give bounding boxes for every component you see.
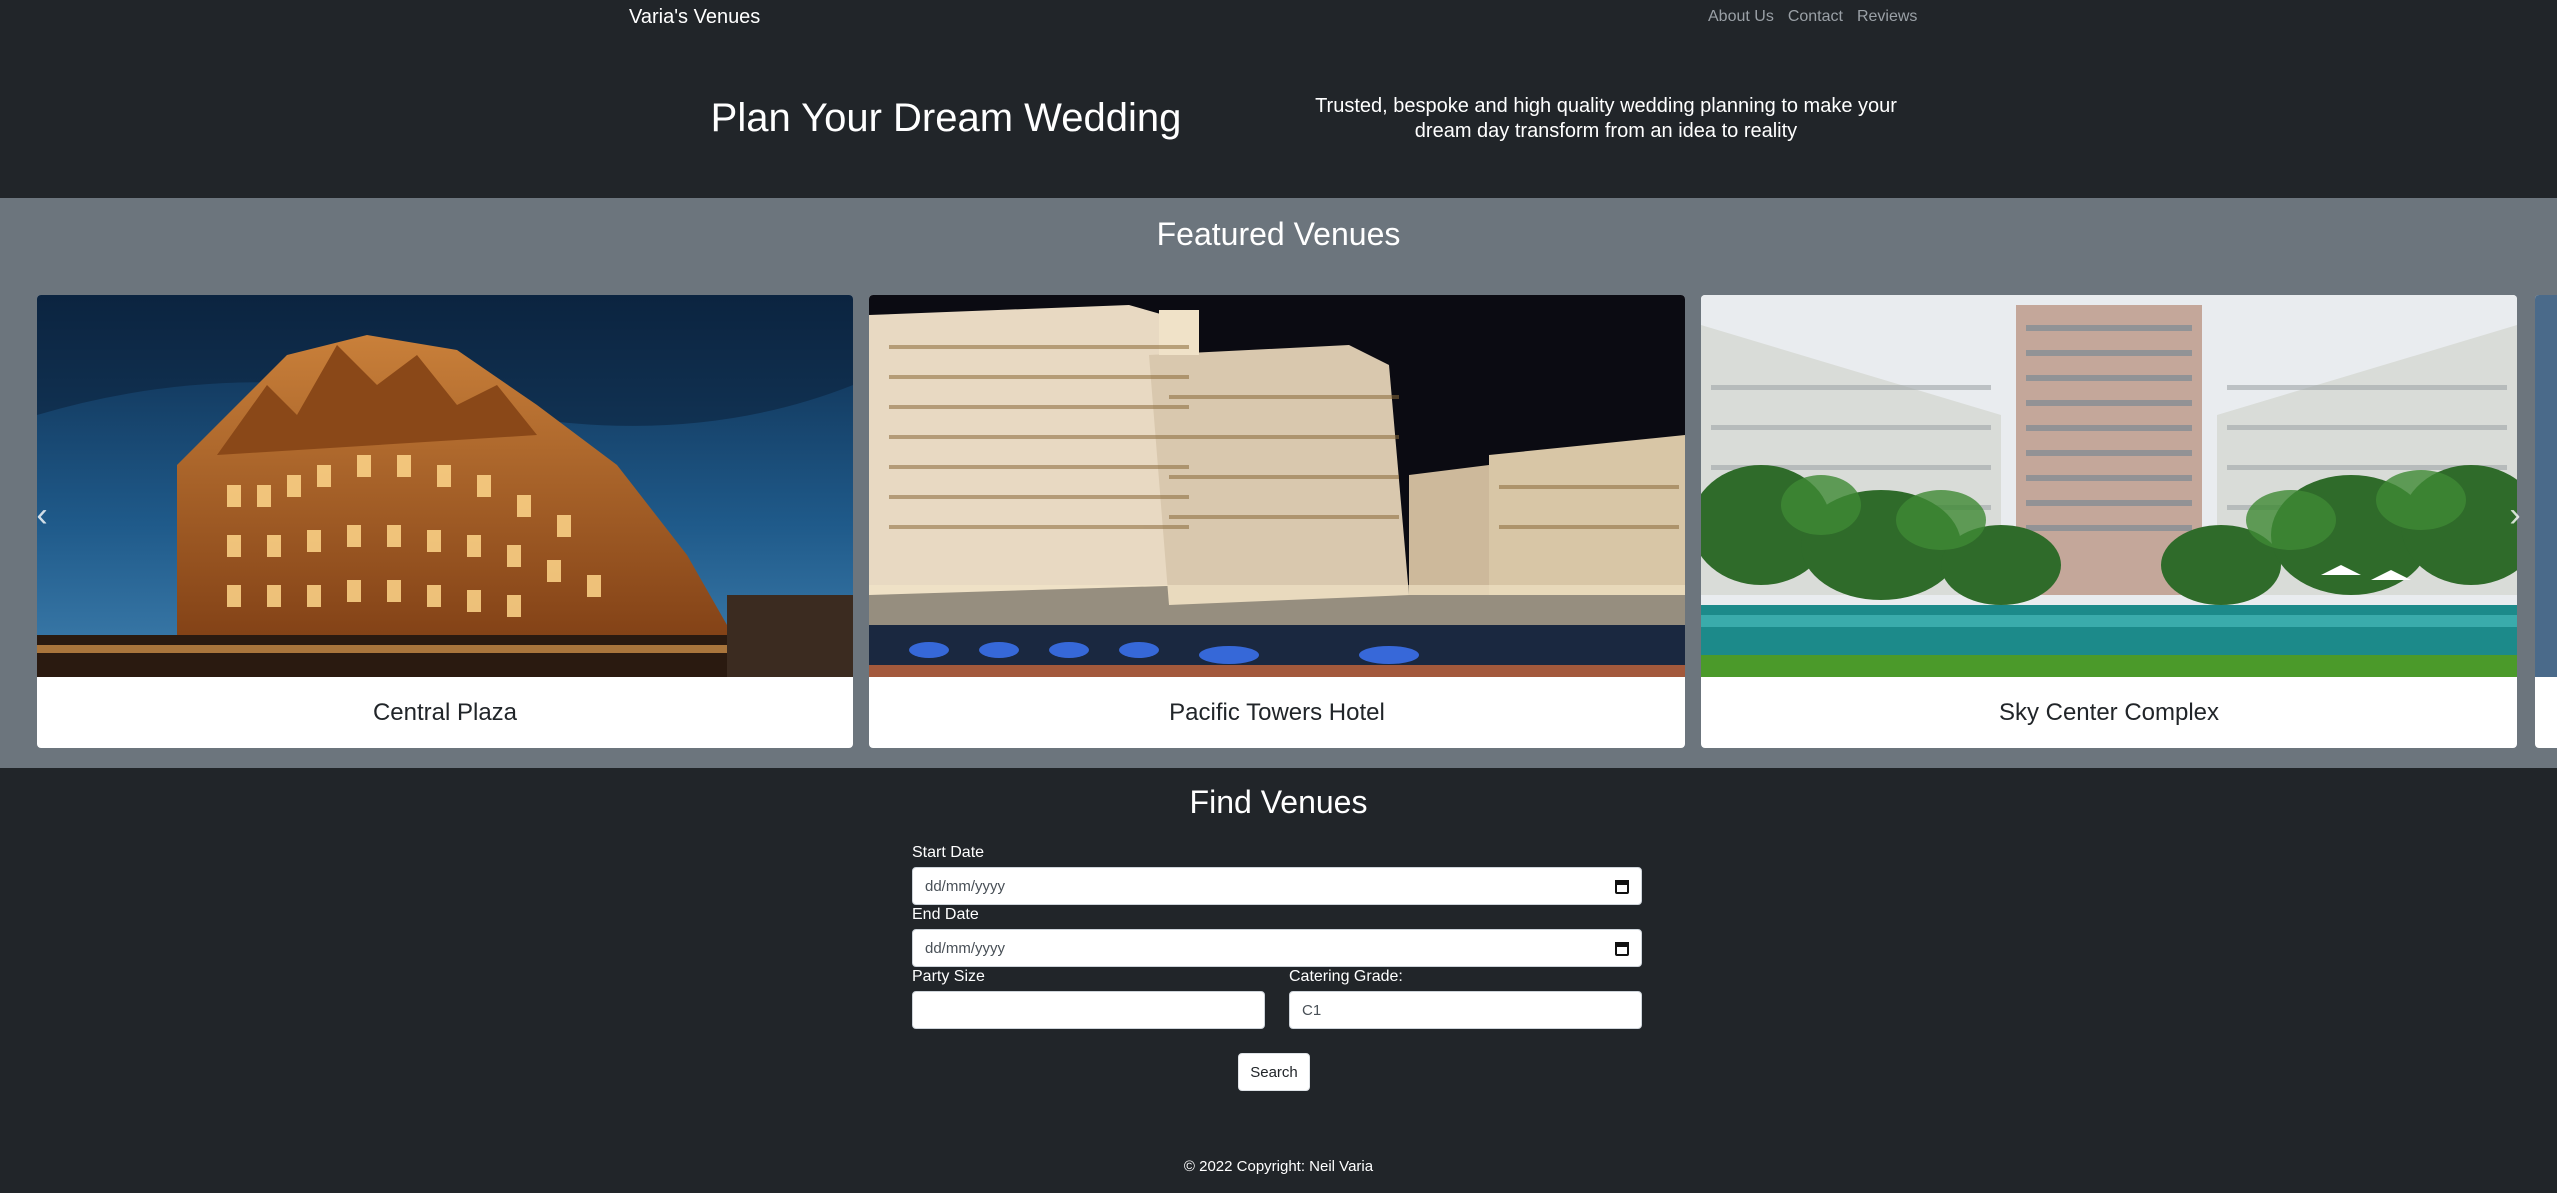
venue-carousel: Central Plaza Pacific Towers Hotel Sky C… [0,295,2557,748]
catering-grade-label: Catering Grade: [1289,968,1403,985]
catering-grade-input[interactable]: C1 [1289,991,1642,1029]
navbar: Varia's Venues About Us Contact Reviews [0,0,2557,40]
catering-grade-value: C1 [1302,1001,1322,1019]
start-date-placeholder: dd/mm/yyyy [925,877,1006,895]
venue-card-title: Pacific Towers Hotel [1169,698,1385,726]
hero-title: Plan Your Dream Wedding [710,96,1182,140]
nav-links: About Us Contact Reviews [1708,8,1931,26]
venue-card-sky-center-complex[interactable]: Sky Center Complex [1701,295,2517,748]
venue-photo-pacific-towers-hotel [869,295,1685,677]
venue-photo-sky-center-complex [1701,295,2517,677]
venue-card-title: Sky Center Complex [1998,698,2220,726]
nav-link-contact[interactable]: Contact [1788,8,1851,26]
start-date-input[interactable]: dd/mm/yyyy [912,867,1642,905]
chevron-right-icon: › [2509,495,2521,534]
party-size-label: Party Size [912,968,985,985]
venue-card-title: Central Plaza [372,698,518,726]
hero-tagline: Trusted, bespoke and high quality weddin… [1315,95,1897,142]
chevron-left-icon: ‹ [36,495,48,534]
end-date-label: End Date [912,906,979,923]
start-date-label: Start Date [912,844,985,861]
nav-link-about-us[interactable]: About Us [1708,8,1782,26]
hero-section: Plan Your Dream Wedding Trusted, bespoke… [0,40,2557,198]
venue-photo-central-plaza [37,295,853,677]
end-date-input[interactable]: dd/mm/yyyy [912,929,1642,967]
nav-link-reviews[interactable]: Reviews [1857,8,1925,26]
calendar-icon[interactable] [1615,880,1629,894]
venue-card-partial [2535,295,2557,748]
brand-link[interactable]: Varia's Venues [629,6,760,29]
venue-card-pacific-towers-hotel[interactable]: Pacific Towers Hotel [869,295,1685,748]
party-size-input[interactable] [912,991,1265,1029]
venue-card-central-plaza[interactable]: Central Plaza [37,295,853,748]
carousel-prev-button[interactable]: ‹ [22,485,62,545]
footer-copyright: © 2022 Copyright: Neil Varia [1183,1158,1374,1175]
featured-venues-section: Featured Venues Central Plaza Pacific To… [0,198,2557,768]
calendar-icon[interactable] [1615,942,1629,956]
end-date-placeholder: dd/mm/yyyy [925,939,1006,957]
search-button[interactable]: Search [1238,1053,1310,1091]
featured-venues-title: Featured Venues [1156,216,1401,252]
carousel-next-button[interactable]: › [2495,485,2535,545]
find-venues-title: Find Venues [1189,784,1368,820]
